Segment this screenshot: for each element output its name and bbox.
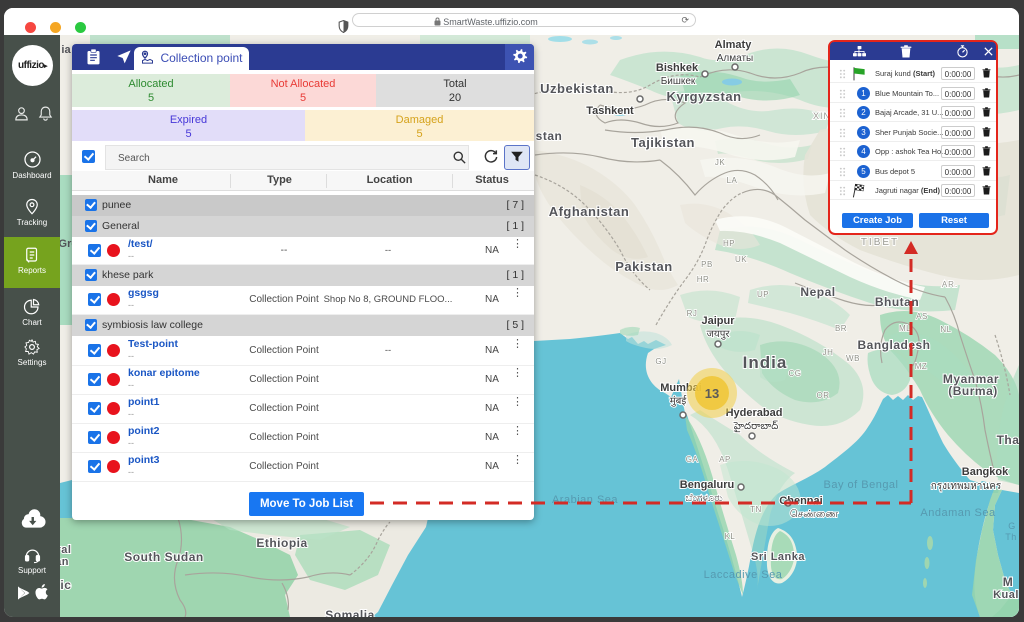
svg-text:ia: ia (61, 44, 71, 56)
svg-text:मुंबई: मुंबई (670, 395, 688, 407)
svg-text:Ethiopia: Ethiopia (256, 536, 307, 550)
svg-text:செண்ணை: செண்ணை (790, 509, 839, 520)
svg-text:13: 13 (705, 386, 719, 401)
svg-text:TIBET: TIBET (861, 237, 899, 248)
svg-text:India: India (743, 353, 788, 372)
svg-text:AS: AS (916, 312, 928, 321)
svg-text:AR.: AR. (942, 280, 958, 289)
svg-text:ಬೆಂಗಳೂರು: ಬೆಂಗಳೂರು (685, 493, 722, 504)
svg-text:UP: UP (757, 290, 769, 299)
svg-text:Алматы: Алматы (717, 53, 754, 64)
svg-text:HR: HR (697, 275, 710, 284)
svg-text:Arabian Sea: Arabian Sea (552, 494, 618, 506)
svg-text:an: an (60, 556, 69, 568)
svg-text:RJ: RJ (687, 309, 698, 318)
svg-text:Afghanistan: Afghanistan (549, 204, 630, 219)
svg-text:Kual: Kual (993, 589, 1019, 601)
svg-text:Бишкек: Бишкек (661, 76, 696, 87)
svg-text:Bhutan: Bhutan (875, 295, 919, 309)
svg-text:KL: KL (725, 532, 736, 541)
svg-text:OR: OR (817, 391, 830, 400)
svg-text:Bangladesh: Bangladesh (857, 338, 930, 352)
svg-text:Sri Lanka: Sri Lanka (751, 551, 805, 563)
svg-text:Bengaluru: Bengaluru (680, 479, 734, 491)
svg-text:JK: JK (715, 158, 726, 167)
svg-text:กรุงเทพมหานคร: กรุงเทพมหานคร (931, 481, 1002, 492)
svg-text:MZ: MZ (915, 362, 928, 371)
svg-text:NL: NL (940, 325, 951, 334)
svg-text:హైదరాబాద్: హైదరాబాద్ (733, 420, 779, 433)
svg-text:Uzbekistan: Uzbekistan (540, 81, 614, 96)
svg-text:Jaipur: Jaipur (701, 315, 735, 327)
svg-text:LA: LA (727, 176, 738, 185)
svg-text:South Sudan: South Sudan (124, 550, 204, 564)
svg-text:Kyrgyzstan: Kyrgyzstan (666, 89, 741, 104)
svg-text:Hyderabad: Hyderabad (726, 407, 783, 419)
svg-text:Almaty: Almaty (715, 39, 753, 51)
svg-text:HP: HP (723, 239, 735, 248)
svg-text:GA: GA (686, 455, 699, 464)
svg-text:JH: JH (823, 348, 834, 357)
svg-text:WB: WB (846, 354, 860, 363)
svg-text:M: M (1003, 575, 1014, 589)
svg-text:Bangkok: Bangkok (962, 466, 1009, 478)
svg-text:CG: CG (789, 369, 802, 378)
svg-text:जयपुर: जयपुर (707, 329, 731, 340)
svg-text:Andaman Sea: Andaman Sea (920, 507, 996, 519)
svg-text:PB: PB (701, 260, 713, 269)
svg-text:Bishkek: Bishkek (656, 62, 699, 74)
svg-text:ral: ral (60, 544, 71, 556)
svg-text:Laccadive Sea: Laccadive Sea (704, 569, 783, 581)
svg-text:Tajikistan: Tajikistan (631, 135, 695, 150)
svg-text:G: G (1008, 521, 1016, 531)
svg-text:GJ: GJ (655, 357, 666, 366)
svg-text:Tashkent: Tashkent (586, 105, 634, 117)
svg-text:UK: UK (735, 255, 747, 264)
svg-text:Th: Th (1005, 532, 1017, 542)
svg-text:lic: lic (60, 578, 71, 592)
svg-text:Nepal: Nepal (800, 285, 835, 299)
svg-text:BR: BR (835, 324, 847, 333)
svg-text:Somalia: Somalia (325, 608, 375, 617)
svg-text:Bay of Bengal: Bay of Bengal (824, 479, 899, 491)
svg-text:ML: ML (899, 324, 911, 333)
svg-text:TN: TN (750, 505, 762, 514)
svg-text:AP: AP (719, 455, 731, 464)
svg-text:Pakistan: Pakistan (615, 259, 672, 274)
svg-text:stan: stan (536, 129, 563, 143)
svg-text:Tha: Tha (997, 433, 1019, 447)
svg-text:(Burma): (Burma) (948, 384, 998, 398)
